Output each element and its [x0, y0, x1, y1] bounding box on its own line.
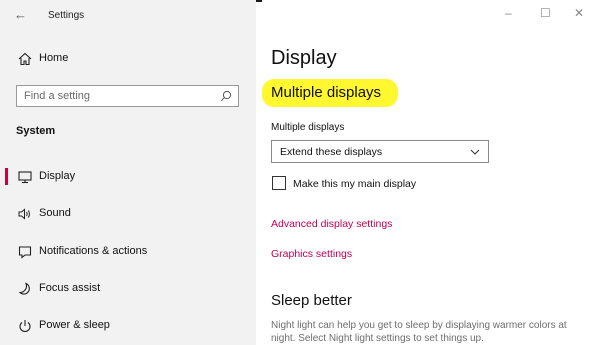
sleep-better-description: Night light can help you get to sleep by…: [271, 320, 567, 344]
sidebar-item-label: Focus assist: [39, 282, 101, 294]
notifications-icon: [18, 246, 32, 259]
search-icon: [220, 90, 232, 102]
dropdown-value: Extend these displays: [280, 146, 383, 158]
sidebar-item-power-sleep[interactable]: Power & sleep: [0, 313, 256, 341]
sidebar-item-label: Notifications & actions: [39, 245, 148, 257]
window-title: Settings: [48, 10, 85, 21]
main-display-checkbox[interactable]: [272, 176, 286, 190]
section-heading: Multiple displays: [271, 84, 382, 101]
monitor-icon: [18, 171, 32, 184]
home-icon: [18, 52, 32, 66]
speaker-icon: [18, 208, 30, 220]
section-title-system: System: [16, 125, 56, 137]
sidebar-item-label: Sound: [39, 207, 71, 219]
close-button[interactable]: ✕: [574, 6, 584, 20]
multiple-displays-dropdown[interactable]: Extend these displays: [271, 140, 489, 163]
multiple-displays-label: Multiple displays: [271, 122, 345, 133]
sidebar: ← Settings Home Find a setting System Di…: [0, 0, 256, 345]
sidebar-item-home[interactable]: Home: [0, 46, 256, 74]
sidebar-item-display[interactable]: Display: [0, 164, 256, 192]
chevron-down-icon: [470, 149, 480, 155]
maximize-button[interactable]: ☐: [540, 6, 551, 20]
checkbox-label[interactable]: Make this my main display: [293, 178, 416, 190]
sidebar-item-sound[interactable]: Sound: [0, 201, 256, 229]
sidebar-item-label: Home: [39, 52, 69, 64]
moon-icon: [18, 282, 30, 295]
graphics-settings-link[interactable]: Graphics settings: [271, 248, 352, 260]
sidebar-item-label: Power & sleep: [39, 319, 110, 331]
power-icon: [19, 320, 31, 333]
minimize-button[interactable]: –: [505, 6, 512, 20]
sidebar-item-notifications[interactable]: Notifications & actions: [0, 239, 256, 267]
advanced-display-settings-link[interactable]: Advanced display settings: [271, 218, 392, 230]
search-placeholder: Find a setting: [24, 90, 91, 102]
sidebar-item-label: Display: [39, 170, 76, 182]
back-arrow-icon[interactable]: ←: [14, 7, 27, 22]
search-input[interactable]: Find a setting: [16, 85, 239, 107]
page-title: Display: [271, 47, 337, 69]
sleep-better-heading: Sleep better: [271, 292, 352, 309]
sidebar-item-focus-assist[interactable]: Focus assist: [0, 276, 256, 304]
